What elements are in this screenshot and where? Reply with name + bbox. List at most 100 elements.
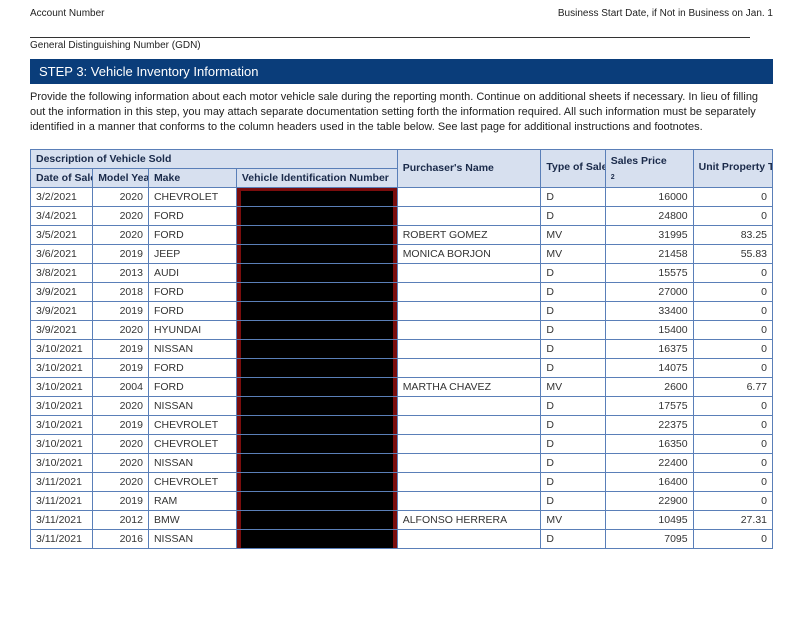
cell-make: FORD: [148, 377, 236, 396]
cell-date: 3/10/2021: [31, 396, 93, 415]
cell-date: 3/8/2021: [31, 263, 93, 282]
cell-year: 2018: [93, 282, 149, 301]
cell-make: NISSAN: [148, 529, 236, 548]
cell-vin-redacted: [236, 282, 397, 301]
col-date-of-sale: Date of Sale: [31, 168, 93, 187]
cell-tax: 0: [693, 415, 772, 434]
cell-make: RAM: [148, 491, 236, 510]
cell-price: 17575: [605, 396, 693, 415]
cell-vin-redacted: [236, 225, 397, 244]
cell-purchaser: [397, 453, 541, 472]
cell-tax: 6.77: [693, 377, 772, 396]
cell-price: 31995: [605, 225, 693, 244]
cell-price: 24800: [605, 206, 693, 225]
col-unit-property-tax: Unit Property Tax 3: [693, 149, 772, 187]
cell-price: 7095: [605, 529, 693, 548]
cell-price: 2600: [605, 377, 693, 396]
cell-price: 16000: [605, 187, 693, 206]
cell-vin-redacted: [236, 434, 397, 453]
cell-vin-redacted: [236, 244, 397, 263]
cell-year: 2013: [93, 263, 149, 282]
cell-date: 3/9/2021: [31, 282, 93, 301]
cell-year: 2020: [93, 472, 149, 491]
table-row: 3/11/20212016NISSAND70950: [31, 529, 773, 548]
cell-date: 3/9/2021: [31, 301, 93, 320]
cell-date: 3/10/2021: [31, 453, 93, 472]
cell-price: 22375: [605, 415, 693, 434]
cell-purchaser: [397, 187, 541, 206]
cell-vin-redacted: [236, 206, 397, 225]
cell-date: 3/10/2021: [31, 339, 93, 358]
cell-date: 3/9/2021: [31, 320, 93, 339]
instructions-text: Provide the following information about …: [30, 90, 773, 135]
cell-date: 3/10/2021: [31, 415, 93, 434]
cell-make: NISSAN: [148, 453, 236, 472]
col-purchaser: Purchaser's Name: [397, 149, 541, 187]
col-make: Make: [148, 168, 236, 187]
cell-make: NISSAN: [148, 396, 236, 415]
cell-price: 33400: [605, 301, 693, 320]
cell-type: D: [541, 453, 605, 472]
cell-purchaser: MONICA BORJON: [397, 244, 541, 263]
col-type-of-sale: Type of Sale 1: [541, 149, 605, 187]
cell-vin-redacted: [236, 396, 397, 415]
cell-tax: 0: [693, 396, 772, 415]
cell-year: 2020: [93, 453, 149, 472]
cell-date: 3/4/2021: [31, 206, 93, 225]
cell-type: D: [541, 396, 605, 415]
account-number-label: Account Number: [30, 8, 104, 19]
table-row: 3/6/20212019JEEPMONICA BORJONMV2145855.8…: [31, 244, 773, 263]
table-row: 3/9/20212019FORDD334000: [31, 301, 773, 320]
cell-vin-redacted: [236, 320, 397, 339]
cell-date: 3/11/2021: [31, 472, 93, 491]
cell-vin-redacted: [236, 187, 397, 206]
cell-tax: 27.31: [693, 510, 772, 529]
cell-price: 16375: [605, 339, 693, 358]
cell-year: 2019: [93, 301, 149, 320]
cell-tax: 0: [693, 491, 772, 510]
cell-tax: 0: [693, 529, 772, 548]
cell-purchaser: [397, 206, 541, 225]
col-type-label: Type of Sale: [546, 161, 605, 173]
cell-make: CHEVROLET: [148, 415, 236, 434]
cell-purchaser: [397, 491, 541, 510]
cell-purchaser: [397, 339, 541, 358]
cell-vin-redacted: [236, 491, 397, 510]
cell-date: 3/10/2021: [31, 434, 93, 453]
cell-make: NISSAN: [148, 339, 236, 358]
cell-price: 27000: [605, 282, 693, 301]
cell-type: D: [541, 320, 605, 339]
cell-year: 2020: [93, 206, 149, 225]
col-description: Description of Vehicle Sold: [31, 149, 398, 168]
col-sales-price: Sales Price 2: [605, 149, 693, 187]
gdn-underline: [30, 37, 750, 38]
top-labels: Account Number Business Start Date, if N…: [30, 8, 773, 19]
table-row: 3/9/20212018FORDD270000: [31, 282, 773, 301]
cell-make: CHEVROLET: [148, 187, 236, 206]
cell-purchaser: [397, 415, 541, 434]
cell-type: D: [541, 415, 605, 434]
cell-vin-redacted: [236, 529, 397, 548]
cell-type: D: [541, 529, 605, 548]
cell-type: D: [541, 282, 605, 301]
cell-tax: 0: [693, 263, 772, 282]
cell-type: D: [541, 263, 605, 282]
cell-price: 22400: [605, 453, 693, 472]
table-row: 3/10/20212019FORDD140750: [31, 358, 773, 377]
cell-purchaser: [397, 434, 541, 453]
cell-purchaser: [397, 472, 541, 491]
col-tax-label: Unit Property Tax: [699, 161, 773, 173]
cell-date: 3/6/2021: [31, 244, 93, 263]
cell-tax: 0: [693, 301, 772, 320]
cell-date: 3/10/2021: [31, 377, 93, 396]
cell-year: 2019: [93, 415, 149, 434]
cell-year: 2019: [93, 244, 149, 263]
cell-make: HYUNDAI: [148, 320, 236, 339]
cell-price: 14075: [605, 358, 693, 377]
cell-make: FORD: [148, 282, 236, 301]
cell-type: MV: [541, 510, 605, 529]
cell-type: D: [541, 187, 605, 206]
cell-date: 3/11/2021: [31, 529, 93, 548]
cell-type: MV: [541, 377, 605, 396]
cell-type: D: [541, 358, 605, 377]
